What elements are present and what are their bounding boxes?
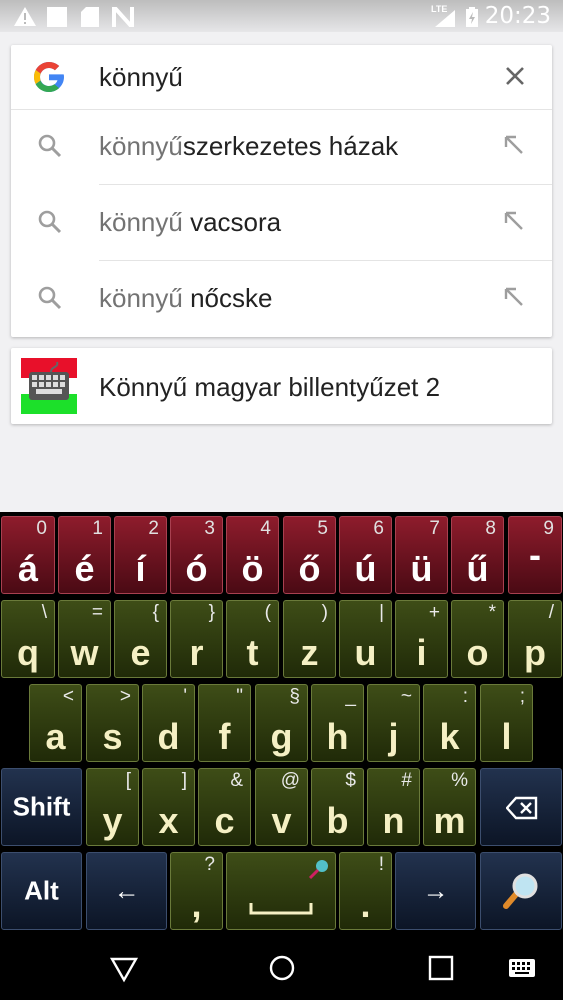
key-a[interactable]: < a (29, 684, 82, 762)
fill-query-arrow-icon[interactable] (502, 133, 526, 157)
key-x[interactable]: ] x (142, 768, 195, 846)
key-o[interactable]: * o (451, 600, 504, 678)
suggestion-item[interactable]: könnyű nőcske (11, 261, 552, 337)
key-v[interactable]: @ v (255, 768, 308, 846)
app-name: Könnyű magyar billentyűzet 2 (99, 372, 441, 402)
google-logo-icon (34, 62, 64, 92)
key-f[interactable]: " f (198, 684, 251, 762)
key-u[interactable]: | u (339, 600, 392, 678)
key-b[interactable]: $ b (311, 768, 364, 846)
key-n[interactable]: # n (367, 768, 420, 846)
key-u-umlaut[interactable]: 7ü (395, 516, 448, 594)
key-m[interactable]: % m (423, 768, 476, 846)
navigation-bar (0, 933, 563, 1000)
key-e[interactable]: {e (114, 600, 167, 678)
backspace-key[interactable] (480, 768, 562, 846)
fill-query-arrow-icon[interactable] (502, 285, 526, 309)
magnifier-icon (503, 873, 538, 909)
key-l[interactable]: ; l (480, 684, 533, 762)
keyboard: 0á 1é 2í 3ó 4ö 5ő 6ú 7ü 8ű 9- \ q = w {e }… (0, 512, 563, 933)
sd-card-icon (81, 7, 99, 27)
recents-button[interactable] (426, 953, 456, 983)
suggestion-item[interactable]: könnyű vacsora (11, 185, 552, 261)
key-c[interactable]: & c (198, 768, 251, 846)
key-y[interactable]: [y (86, 768, 139, 846)
key-d[interactable]: ' d (142, 684, 195, 762)
home-button[interactable] (267, 953, 297, 983)
suggestion-item[interactable]: könnyűszerkezetes házak (11, 109, 552, 185)
fill-query-arrow-icon[interactable] (502, 209, 526, 233)
keyboard-switch-button[interactable] (507, 953, 537, 983)
key-u-double-acute[interactable]: 8ű (451, 516, 504, 594)
search-icon (38, 134, 62, 158)
back-button[interactable] (109, 953, 139, 983)
clock: 20:23 (484, 3, 551, 29)
key-w[interactable]: = w (58, 600, 111, 678)
microphone-icon[interactable] (307, 857, 331, 881)
space-key[interactable] (226, 852, 336, 930)
key-r[interactable]: } r (170, 600, 223, 678)
backspace-icon (506, 796, 538, 820)
suggestion-text: könnyű vacsora (99, 207, 282, 237)
clear-search-button[interactable] (500, 61, 530, 91)
square-notification-icon (47, 7, 67, 27)
key-a-acute[interactable]: 0á (1, 516, 55, 594)
search-query-text[interactable]: könnyű (99, 62, 183, 93)
keyboard-app-icon (21, 358, 77, 414)
key-o-double-acute[interactable]: 5ő (283, 516, 336, 594)
key-u-acute[interactable]: 6ú (339, 516, 392, 594)
suggestion-text: könnyűszerkezetes házak (99, 131, 399, 161)
key-h[interactable]: _ h (311, 684, 364, 762)
app-result-card[interactable]: Könnyű magyar billentyűzet 2 (11, 348, 552, 424)
search-key[interactable] (480, 852, 562, 930)
key-g[interactable]: § g (255, 684, 308, 762)
battery-icon (466, 7, 478, 27)
key-o-umlaut[interactable]: 4ö (226, 516, 279, 594)
search-card: könnyű könnyűszerkezetes házak könnyű va… (11, 45, 552, 337)
key-e-acute[interactable]: 1é (58, 516, 111, 594)
key-t[interactable]: (t (226, 600, 279, 678)
search-bar[interactable]: könnyű (11, 45, 552, 109)
right-arrow-key[interactable]: → (395, 852, 476, 930)
key-j[interactable]: ~ j (367, 684, 420, 762)
key-p[interactable]: / p (508, 600, 562, 678)
shift-key[interactable]: Shift (1, 768, 82, 846)
n-notification-icon (112, 7, 134, 27)
key-q[interactable]: \ q (1, 600, 55, 678)
key-hyphen[interactable]: 9- (508, 516, 562, 594)
key-period[interactable]: !. (339, 852, 392, 930)
key-k[interactable]: :k (423, 684, 476, 762)
key-o-acute[interactable]: 3ó (170, 516, 223, 594)
space-bar-icon (249, 903, 313, 915)
warning-icon (14, 7, 36, 26)
suggestion-text: könnyű nőcske (99, 283, 273, 313)
key-s[interactable]: > s (86, 684, 139, 762)
key-comma[interactable]: ?, (170, 852, 223, 930)
alt-key[interactable]: Alt (1, 852, 82, 930)
status-bar: LTE 20:23 (0, 0, 563, 32)
search-icon (38, 210, 62, 234)
search-icon (38, 286, 62, 310)
left-arrow-key[interactable]: ← (86, 852, 167, 930)
key-z[interactable]: ) z (283, 600, 336, 678)
key-i[interactable]: + i (395, 600, 448, 678)
signal-icon (435, 10, 455, 27)
key-i-acute[interactable]: 2í (114, 516, 167, 594)
